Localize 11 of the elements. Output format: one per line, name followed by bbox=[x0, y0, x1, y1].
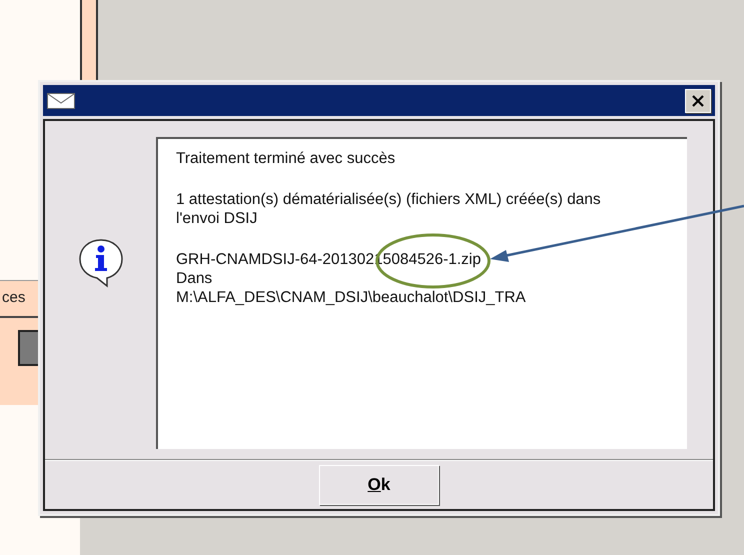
message-line: Traitement terminé avec succès bbox=[176, 149, 396, 168]
message-line: Dans bbox=[176, 269, 212, 288]
message-line: M:\ALFA_DES\CNAM_DSIJ\beauchalot\DSIJ_TRA bbox=[176, 288, 526, 307]
envelope-icon bbox=[47, 92, 75, 108]
close-button[interactable] bbox=[685, 88, 711, 112]
message-line: 1 attestation(s) dématérialisée(s) (fichiers XML) créée(s) dans bbox=[176, 190, 601, 209]
info-icon bbox=[76, 237, 124, 289]
ok-button[interactable]: Ok bbox=[319, 465, 439, 505]
close-icon bbox=[691, 94, 705, 108]
message-line: l'envoi DSIJ bbox=[176, 209, 258, 228]
panel-label: ces bbox=[1, 288, 26, 308]
